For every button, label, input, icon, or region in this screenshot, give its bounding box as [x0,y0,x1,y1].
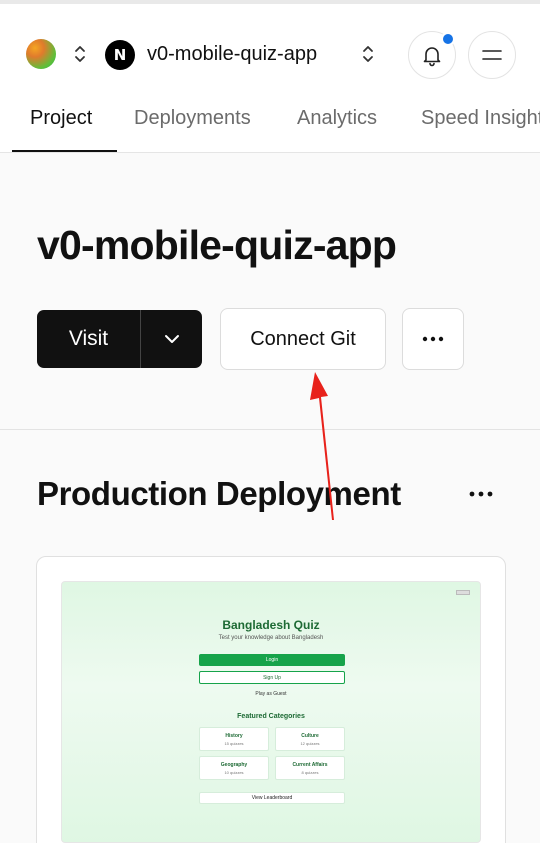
preview-featured-heading: Featured Categories [237,713,305,720]
project-tabs: Project Deployments Analytics Speed Insi… [0,88,540,153]
preview-login-button: Login [199,654,345,666]
production-deployment-heading: Production Deployment [37,475,401,512]
deployment-card[interactable]: Bangladesh Quiz Test your knowledge abou… [36,556,506,843]
more-options-button[interactable] [402,308,464,370]
chevron-down-icon [164,335,179,343]
hamburger-icon [482,50,502,60]
preview-category-count: 15 quizzes [224,741,244,746]
visit-button-group: Visit [37,310,202,368]
ellipsis-icon [469,491,493,497]
nextjs-logo-icon: N [105,40,135,70]
ellipsis-icon [422,336,444,342]
preview-category-count: 8 quizzes [301,770,319,775]
preview-category-card: Geography 10 quizzes [199,756,269,780]
page-title: v0-mobile-quiz-app [37,222,397,268]
connect-git-button[interactable]: Connect Git [220,308,386,370]
preview-signup-button: Sign Up [199,671,345,684]
project-main: v0-mobile-quiz-app Visit Connect Git Pro… [0,153,540,843]
bell-icon [423,47,441,67]
preview-category-name: History [225,733,243,739]
notification-dot [441,32,455,46]
visit-button[interactable]: Visit [37,310,140,368]
preview-leaderboard-button: View Leaderboard [199,792,345,804]
preview-category-count: 12 quizzes [300,741,320,746]
section-divider [0,429,540,430]
tab-speed-insights[interactable]: Speed Insights [421,104,540,132]
project-switcher-icon[interactable] [360,42,376,66]
preview-category-card: Culture 12 quizzes [275,727,345,751]
preview-category-count: 10 quizzes [224,770,244,775]
preview-title: Bangladesh Quiz [222,618,320,632]
tab-project[interactable]: Project [30,104,92,132]
project-name[interactable]: v0-mobile-quiz-app [147,38,317,70]
deployment-preview[interactable]: Bangladesh Quiz Test your knowledge abou… [61,581,481,843]
preview-category-card: Current Affairs 8 quizzes [275,756,345,780]
preview-corner-badge [456,590,470,595]
tab-analytics[interactable]: Analytics [297,104,377,132]
team-avatar[interactable] [26,39,56,69]
deployment-more-button[interactable] [462,479,500,509]
preview-category-name: Culture [301,733,319,739]
preview-guest-link: Play as Guest [255,691,287,697]
visit-dropdown-button[interactable] [141,310,202,368]
notifications-button[interactable] [408,31,456,79]
tab-deployments[interactable]: Deployments [134,104,251,132]
preview-category-card: History 15 quizzes [199,727,269,751]
preview-category-name: Current Affairs [292,762,328,768]
menu-button[interactable] [468,31,516,79]
preview-category-name: Geography [220,762,248,768]
team-switcher-icon[interactable] [72,42,88,66]
preview-subtitle: Test your knowledge about Bangladesh [218,635,324,641]
top-header: N v0-mobile-quiz-app [0,4,540,88]
